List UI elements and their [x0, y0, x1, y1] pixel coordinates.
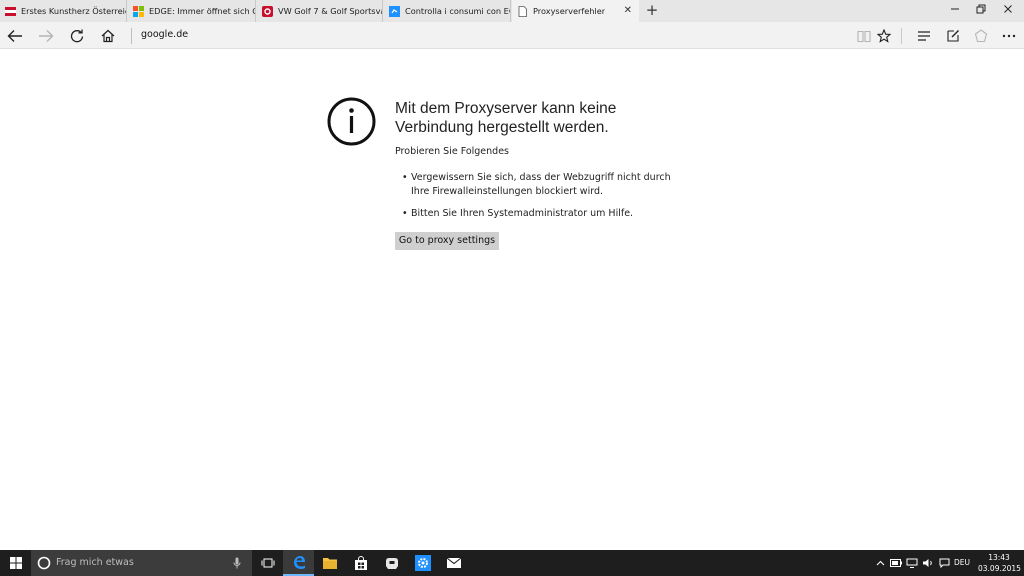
- tab-title: VW Golf 7 & Golf Sportsvan: [278, 6, 382, 16]
- more-button[interactable]: [999, 26, 1019, 46]
- info-icon: [327, 97, 376, 146]
- windows-start-icon: [9, 557, 22, 569]
- tab-title: EDGE: Immer öffnet sich Goo: [149, 6, 255, 16]
- clock[interactable]: 13:43 03.09.2015: [978, 552, 1021, 574]
- blue-tile-icon: [389, 5, 400, 17]
- taskbar-game-app[interactable]: [376, 550, 407, 576]
- red-badge-icon: [262, 5, 273, 17]
- home-button[interactable]: [98, 26, 118, 46]
- notification-message-icon[interactable]: [937, 550, 951, 576]
- hub-button[interactable]: [914, 26, 934, 46]
- star-icon: [877, 29, 891, 43]
- clock-time: 13:43: [988, 553, 1010, 562]
- mail-icon: [446, 557, 461, 568]
- tab-edge-goo[interactable]: EDGE: Immer öffnet sich Goo: [128, 0, 256, 22]
- navigation-bar: google.de: [0, 22, 1024, 49]
- taskbar-mail[interactable]: [438, 550, 469, 576]
- error-tip: Vergewissern Sie sich, dass der Webzugri…: [402, 171, 682, 199]
- tab-vw-golf[interactable]: VW Golf 7 & Golf Sportsvan: [257, 0, 383, 22]
- taskbar: Frag mich etwas DEU 13:43 03.09.2015: [0, 550, 1024, 576]
- tab-title: Proxyserverfehler: [533, 6, 606, 16]
- more-icon: [1002, 34, 1016, 38]
- task-view-icon: [261, 558, 274, 568]
- minimize-button[interactable]: [947, 3, 963, 19]
- volume-icon[interactable]: [921, 550, 935, 576]
- cortana-icon: [37, 556, 51, 570]
- taskbar-settings[interactable]: [407, 550, 438, 576]
- arrow-right-icon: [39, 30, 54, 42]
- error-title: Mit dem Proxyserver kann keine Verbindun…: [395, 100, 617, 136]
- at-flag-icon: [5, 6, 16, 17]
- tray-chevron-up-icon[interactable]: [873, 550, 887, 576]
- hub-icon: [918, 31, 930, 41]
- tab-proxyserverfehler[interactable]: Proxyserverfehler ✕: [512, 0, 639, 22]
- close-window-button[interactable]: [1000, 3, 1016, 19]
- language-indicator[interactable]: DEU: [954, 558, 970, 567]
- address-bar[interactable]: google.de: [141, 29, 188, 40]
- proxy-settings-button[interactable]: Go to proxy settings: [395, 232, 499, 250]
- close-tab-icon[interactable]: ✕: [624, 5, 632, 16]
- address-separator: [131, 28, 132, 44]
- restore-button[interactable]: [973, 3, 989, 19]
- edge-icon: [293, 556, 305, 569]
- tab-erstes-kunstherz[interactable]: Erstes Kunstherz Österreichs: [0, 0, 127, 22]
- controller-icon: [385, 558, 398, 569]
- toolbar-separator: [901, 28, 902, 44]
- share-button[interactable]: [971, 26, 991, 46]
- blank-page-icon: [517, 5, 528, 17]
- cortana-search-box[interactable]: Frag mich etwas: [31, 550, 252, 576]
- tab-title: Erstes Kunstherz Österreichs: [21, 6, 126, 16]
- taskbar-file-explorer[interactable]: [314, 550, 345, 576]
- book-icon: [857, 30, 871, 42]
- home-icon: [101, 29, 115, 43]
- taskbar-store[interactable]: [345, 550, 376, 576]
- store-bag-icon: [354, 555, 367, 570]
- back-button[interactable]: [5, 26, 25, 46]
- taskbar-edge[interactable]: [283, 550, 314, 576]
- share-icon: [974, 29, 988, 43]
- reading-view-button[interactable]: [854, 26, 874, 46]
- error-tips-list: Vergewissern Sie sich, dass der Webzugri…: [402, 171, 682, 229]
- tab-strip: Erstes Kunstherz Österreichs EDGE: Immer…: [0, 0, 1024, 22]
- tab-title: Controlla i consumi con EOL: [405, 6, 510, 16]
- error-subtitle: Probieren Sie Folgendes: [395, 146, 509, 157]
- new-tab-button[interactable]: +: [643, 2, 661, 20]
- refresh-icon: [70, 29, 84, 43]
- folder-icon: [322, 558, 337, 569]
- refresh-button[interactable]: [67, 26, 87, 46]
- search-placeholder: Frag mich etwas: [56, 557, 134, 568]
- arrow-left-icon: [7, 30, 22, 42]
- clock-date: 03.09.2015: [978, 564, 1021, 573]
- tab-controlla-consumi[interactable]: Controlla i consumi con EOL: [384, 0, 511, 22]
- forward-button[interactable]: [36, 26, 56, 46]
- start-button[interactable]: [0, 550, 31, 576]
- favorite-button[interactable]: [874, 26, 894, 46]
- task-view-button[interactable]: [252, 550, 283, 576]
- web-note-button[interactable]: [943, 26, 963, 46]
- windows-logo-icon: [133, 5, 144, 17]
- pen-icon: [947, 30, 959, 42]
- gear-icon: [414, 555, 431, 571]
- error-tip: Bitten Sie Ihren Systemadministrator um …: [402, 207, 682, 221]
- network-icon[interactable]: [905, 550, 919, 576]
- microphone-icon: [233, 557, 241, 569]
- battery-icon[interactable]: [889, 550, 903, 576]
